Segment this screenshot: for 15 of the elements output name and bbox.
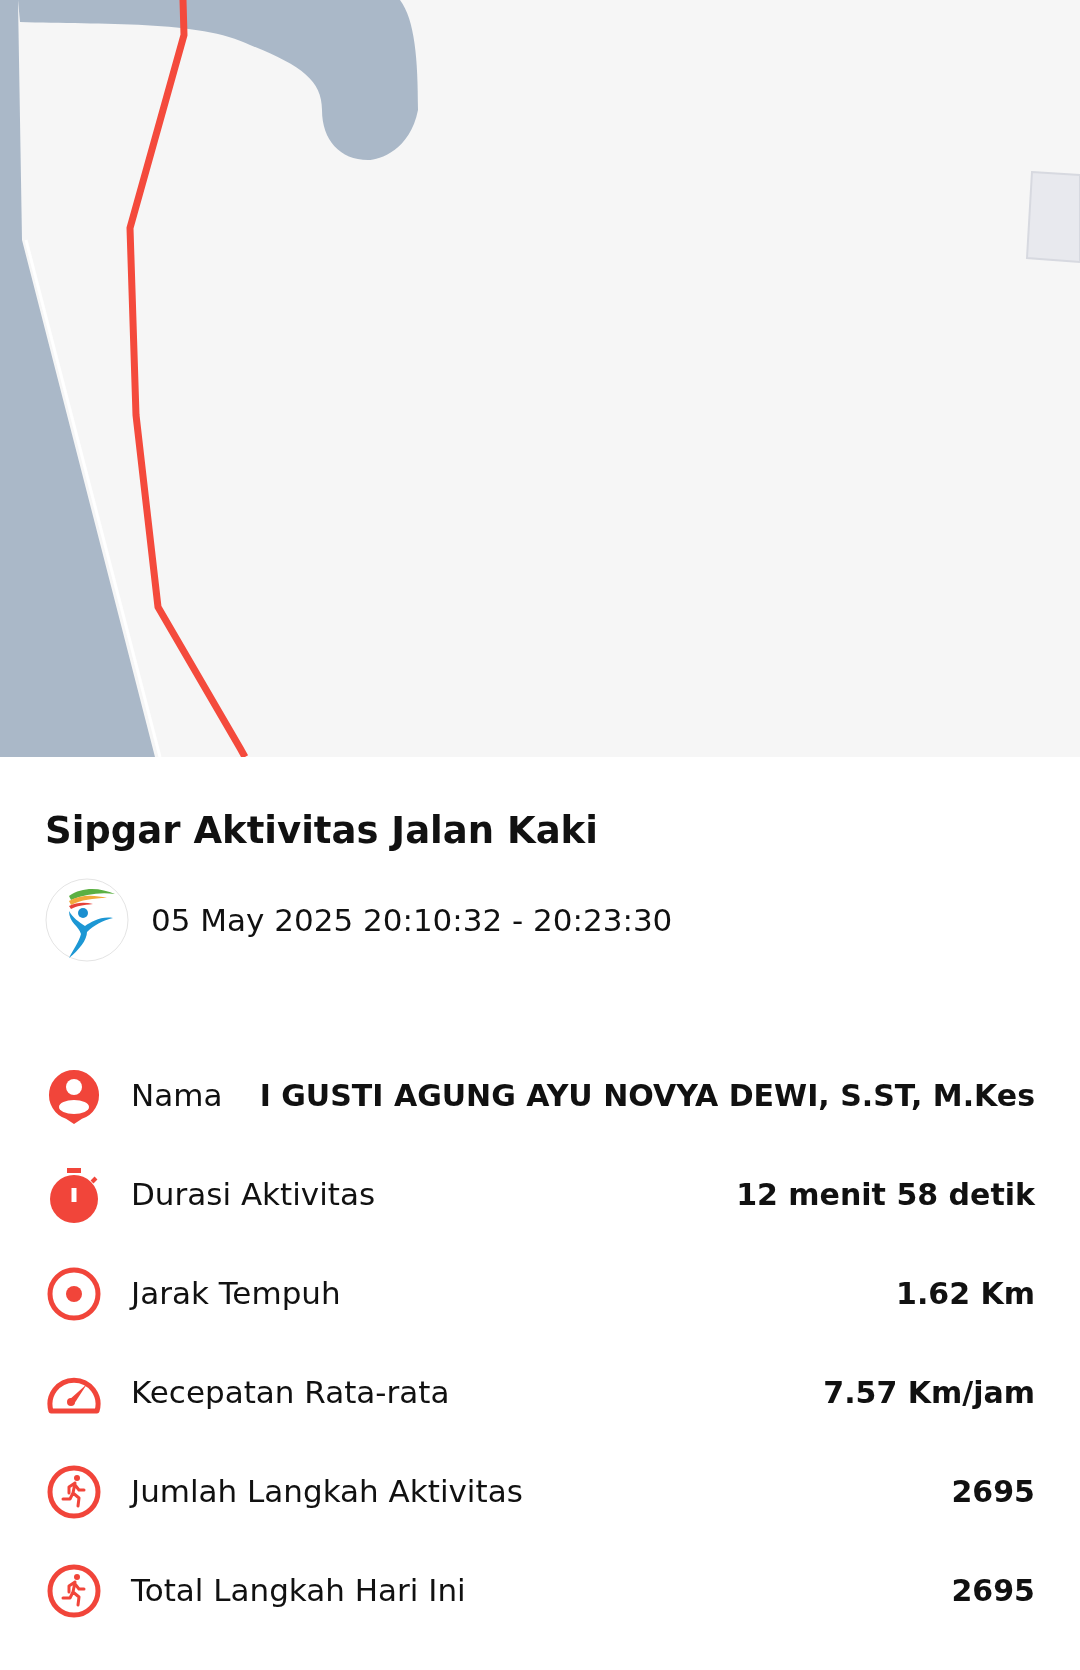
stat-label: Jumlah Langkah Aktivitas — [131, 1472, 524, 1512]
stat-label: Total Langkah Hari Ini — [131, 1571, 467, 1611]
stat-value: 1.62 Km — [896, 1276, 1035, 1311]
stat-value: 2695 — [951, 1474, 1035, 1509]
stat-label: Nama — [131, 1076, 224, 1116]
stat-label: Durasi Aktivitas — [131, 1175, 377, 1215]
stat-label: Jarak Tempuh — [131, 1274, 342, 1314]
logo-icon — [45, 878, 129, 962]
stat-label: Kecepatan Rata-rata — [131, 1373, 451, 1413]
date-range: 05 May 2025 20:10:32 - 20:23:30 — [151, 902, 673, 938]
stat-value: 2695 — [951, 1573, 1035, 1608]
stat-value: 12 menit 58 detik — [736, 1177, 1035, 1212]
stat-value: 7.57 Km/jam — [823, 1375, 1035, 1410]
stat-value: I GUSTI AGUNG AYU NOVYA DEWI, S.ST, M.Kes — [259, 1078, 1035, 1113]
activity-title: Sipgar Aktivitas Jalan Kaki — [45, 809, 599, 852]
